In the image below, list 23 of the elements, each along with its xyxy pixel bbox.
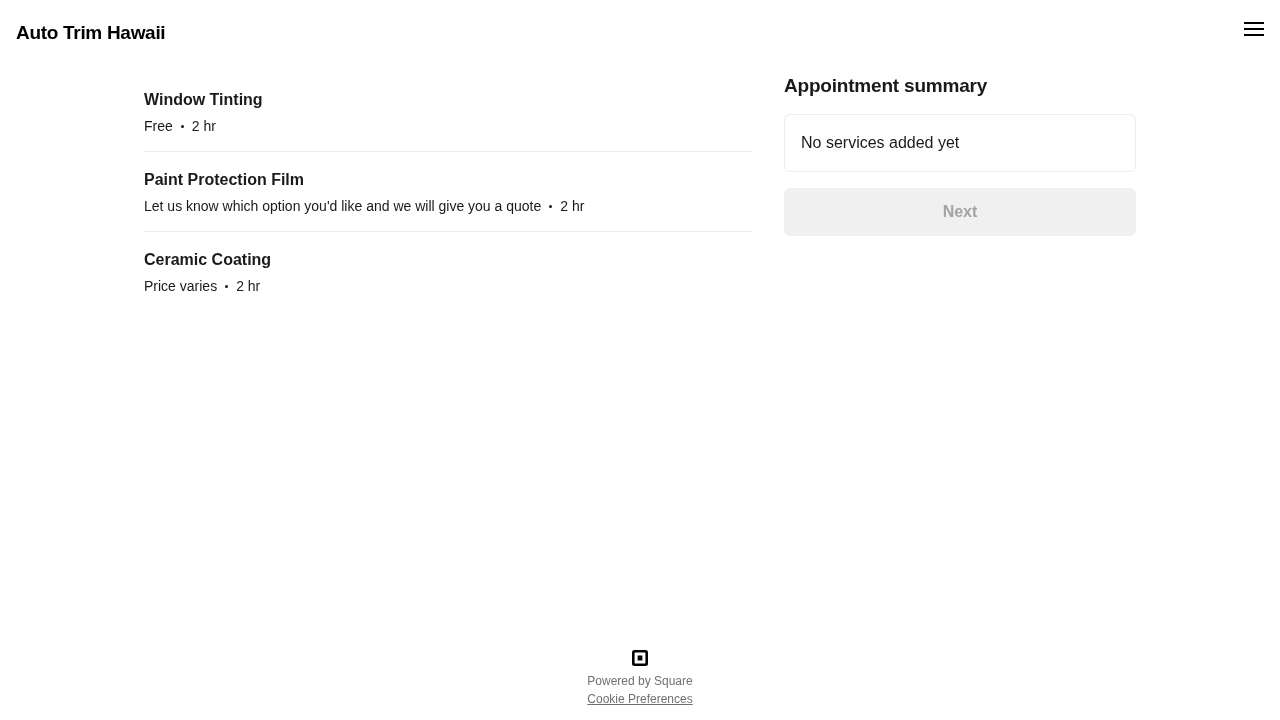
service-duration: 2 hr [191, 117, 216, 136]
service-item[interactable]: Window Tinting Free 2 hr [144, 72, 752, 152]
separator-dot-icon [225, 284, 229, 288]
service-price: Price varies [144, 277, 218, 296]
service-price: Free [144, 117, 173, 136]
business-name: Auto Trim Hawaii [16, 21, 166, 45]
service-price: Let us know which option you'd like and we will give you a quote [144, 197, 542, 216]
separator-dot-icon [549, 204, 553, 208]
service-name: Paint Protection Film [144, 170, 305, 190]
summary-title: Appointment summary [784, 74, 989, 98]
service-duration: 2 hr [560, 197, 585, 216]
menu-icon [1244, 21, 1264, 37]
separator-dot-icon [180, 124, 184, 128]
service-duration: 2 hr [236, 277, 261, 296]
square-logo-icon [632, 650, 648, 666]
menu-button[interactable] [1244, 21, 1264, 37]
service-name: Ceramic Coating [144, 250, 273, 270]
service-item[interactable]: Paint Protection Film Let us know which option you'd like and we will give you a quote 2 hr [144, 152, 752, 232]
cookie-preferences-link[interactable]: Cookie Preferences [587, 690, 693, 708]
empty-message: No services added yet [801, 134, 960, 152]
service-item[interactable]: Ceramic Coating Price varies 2 hr [144, 232, 752, 311]
service-name: Window Tinting [144, 90, 264, 110]
powered-by-text: Powered by Square [587, 673, 693, 690]
